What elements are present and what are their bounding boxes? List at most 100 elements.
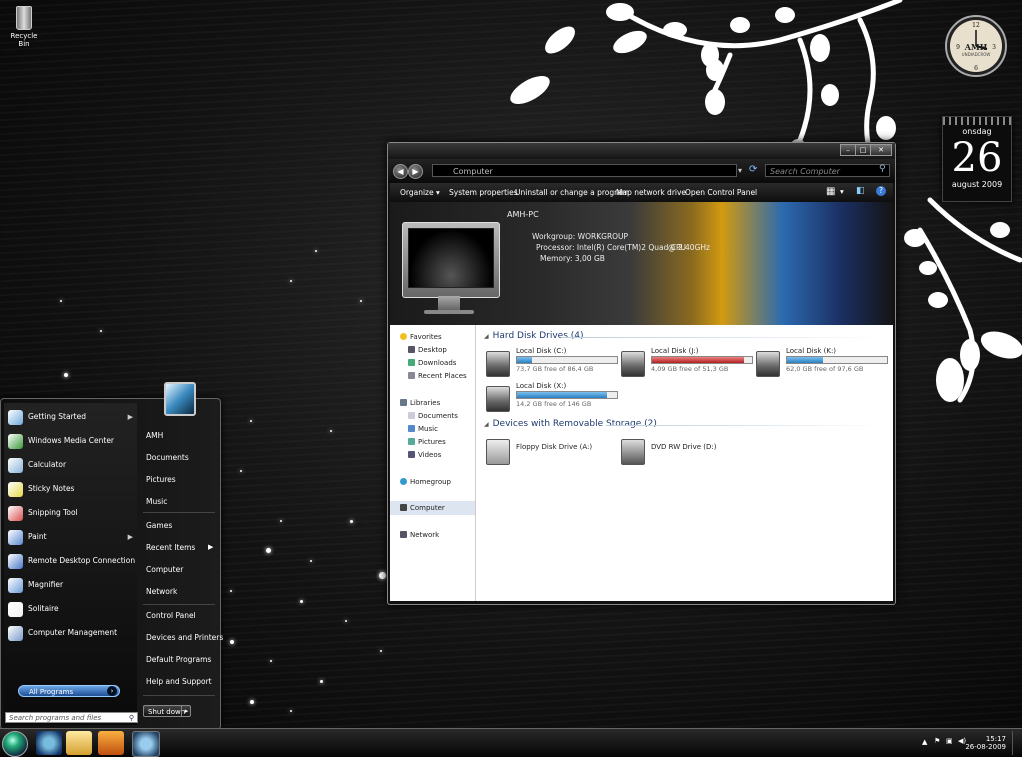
star-icon xyxy=(400,333,407,340)
forward-button[interactable]: ▶ xyxy=(408,164,423,179)
user-avatar[interactable] xyxy=(164,382,196,416)
maximize-button[interactable]: □ xyxy=(855,144,871,156)
media-player-icon[interactable] xyxy=(98,731,124,755)
documents-icon xyxy=(408,412,415,419)
address-input[interactable]: Computer xyxy=(432,164,737,177)
start-place-item[interactable]: Documents xyxy=(146,453,189,462)
view-dropdown-icon[interactable]: ▾ xyxy=(840,187,844,196)
minimize-button[interactable]: – xyxy=(840,144,856,156)
nav-computer[interactable]: Computer xyxy=(400,504,445,512)
shutdown-button[interactable]: Shut down ▸ xyxy=(143,705,191,717)
drive-usage-bar xyxy=(651,356,753,364)
active-window-icon[interactable] xyxy=(132,731,160,757)
explorer-window: – □ ✕ ◀ ▶ Computer ▾ ⟳ Search Computer ⚲… xyxy=(387,142,896,605)
program-icon xyxy=(8,601,23,617)
start-place-item[interactable]: Network xyxy=(146,587,177,596)
all-programs-button[interactable]: All Programs › xyxy=(18,685,120,697)
nav-videos[interactable]: Videos xyxy=(408,451,441,459)
start-program-item[interactable]: Calculator xyxy=(8,455,136,475)
start-place-item[interactable]: Pictures xyxy=(146,475,176,484)
removable-group-header[interactable]: Devices with Removable Storage (2) xyxy=(484,419,657,429)
preview-pane-icon[interactable]: ◧ xyxy=(856,186,865,196)
start-place-item[interactable]: Default Programs xyxy=(146,655,211,664)
nav-pictures[interactable]: Pictures xyxy=(408,438,446,446)
start-program-item[interactable]: Getting Started ▶ xyxy=(8,407,136,427)
start-place-item[interactable]: Help and Support xyxy=(146,677,212,686)
start-program-item[interactable]: Windows Media Center xyxy=(8,431,136,451)
calendar-day-number: 26 xyxy=(951,135,1003,181)
nav-desktop[interactable]: Desktop xyxy=(408,346,447,354)
drive-x[interactable]: Local Disk (X:) 14,2 GB free of 146 GB xyxy=(486,382,618,414)
action-center-flag-icon[interactable]: ⚑ xyxy=(934,737,940,745)
nav-music[interactable]: Music xyxy=(408,425,438,433)
calendar-gadget[interactable]: onsdag 26 august 2009 xyxy=(942,116,1012,202)
processor-speed: @ 2.40GHz xyxy=(668,243,710,252)
start-program-item[interactable]: Snipping Tool xyxy=(8,503,136,523)
show-desktop-button[interactable] xyxy=(1012,731,1021,755)
start-place-item[interactable]: Music xyxy=(146,497,167,506)
recycle-bin[interactable]: Recycle Bin xyxy=(4,6,44,48)
clock-gadget[interactable]: 12 3 6 9 AMH UNDIADCROW xyxy=(944,6,1008,82)
start-place-item[interactable]: Devices and Printers xyxy=(146,633,223,642)
start-place-item[interactable]: Computer xyxy=(146,565,183,574)
drive-c[interactable]: Local Disk (C:) 73,7 GB free of 86,4 GB xyxy=(486,347,618,379)
open-control-panel-button[interactable]: Open Control Panel xyxy=(685,188,757,197)
nav-libraries[interactable]: Libraries xyxy=(400,399,440,407)
nav-homegroup[interactable]: Homegroup xyxy=(400,478,451,486)
start-program-item[interactable]: Magnifier xyxy=(8,575,136,595)
drive-j[interactable]: Local Disk (J:) 4,09 GB free of 51,3 GB xyxy=(621,347,753,379)
sparkle-decoration xyxy=(345,620,347,622)
start-program-item[interactable]: Computer Management xyxy=(8,623,136,643)
start-program-item[interactable]: Remote Desktop Connection xyxy=(8,551,136,571)
drive-name: Local Disk (K:) xyxy=(786,347,837,355)
start-search-input[interactable]: Search programs and files ⚲ xyxy=(5,712,138,723)
nav-recent-places[interactable]: Recent Places xyxy=(408,372,467,380)
nav-network[interactable]: Network xyxy=(400,531,439,539)
downloads-icon xyxy=(408,359,415,366)
start-program-item[interactable]: Solitaire xyxy=(8,599,136,619)
hard-disk-group-header[interactable]: Hard Disk Drives (4) xyxy=(484,331,584,341)
start-place-item[interactable]: AMH xyxy=(146,431,163,440)
floppy-drive[interactable]: Floppy Disk Drive (A:) xyxy=(486,435,616,465)
start-program-item[interactable]: Paint ▶ xyxy=(8,527,136,547)
system-properties-button[interactable]: System properties xyxy=(449,188,518,197)
program-icon xyxy=(8,529,23,545)
sparkle-decoration xyxy=(290,710,292,712)
sparkle-decoration xyxy=(310,560,312,562)
start-place-item[interactable]: Games xyxy=(146,521,172,530)
group-divider xyxy=(561,337,886,338)
drive-k[interactable]: Local Disk (K:) 62,0 GB free of 97,6 GB xyxy=(756,347,888,379)
refresh-icon[interactable]: ⟳ xyxy=(749,164,757,175)
recycle-bin-icon xyxy=(16,6,32,30)
help-icon[interactable]: ? xyxy=(876,186,886,196)
search-icon[interactable]: ⚲ xyxy=(879,164,886,174)
internet-explorer-icon[interactable] xyxy=(36,731,62,755)
taskbar-clock[interactable]: 15:17 26-08-2009 xyxy=(965,735,1006,751)
map-network-drive-button[interactable]: Map network drive xyxy=(616,188,686,197)
music-icon xyxy=(408,425,415,432)
nav-documents[interactable]: Documents xyxy=(408,412,458,420)
start-place-item[interactable]: Control Panel xyxy=(146,611,196,620)
nav-homegroup-label: Homegroup xyxy=(410,478,452,486)
search-input[interactable]: Search Computer xyxy=(765,164,890,177)
svg-text:12: 12 xyxy=(972,22,980,29)
drive-usage-bar xyxy=(516,356,618,364)
uninstall-program-button[interactable]: Uninstall or change a program xyxy=(515,188,629,197)
back-button[interactable]: ◀ xyxy=(393,164,408,179)
show-hidden-icons-icon[interactable]: ▲ xyxy=(922,738,927,746)
network-icon[interactable]: ▣ xyxy=(946,737,953,745)
shutdown-options-icon[interactable]: ▸ xyxy=(181,705,191,717)
start-program-item[interactable]: Sticky Notes xyxy=(8,479,136,499)
close-button[interactable]: ✕ xyxy=(870,144,892,156)
start-place-item[interactable]: Recent Items xyxy=(146,543,195,552)
nav-downloads[interactable]: Downloads xyxy=(408,359,456,367)
dvd-drive[interactable]: DVD RW Drive (D:) xyxy=(621,435,751,465)
start-button[interactable] xyxy=(2,731,28,757)
address-dropdown-icon[interactable]: ▾ xyxy=(738,166,742,175)
submenu-arrow-icon: ▶ xyxy=(208,543,214,551)
organize-button[interactable]: Organize ▾ xyxy=(400,188,440,197)
file-explorer-icon[interactable] xyxy=(66,731,92,755)
window-titlebar[interactable]: – □ ✕ xyxy=(388,143,895,159)
nav-favorites[interactable]: Favorites xyxy=(400,333,442,341)
view-options-icon[interactable]: ▦ xyxy=(826,186,835,197)
